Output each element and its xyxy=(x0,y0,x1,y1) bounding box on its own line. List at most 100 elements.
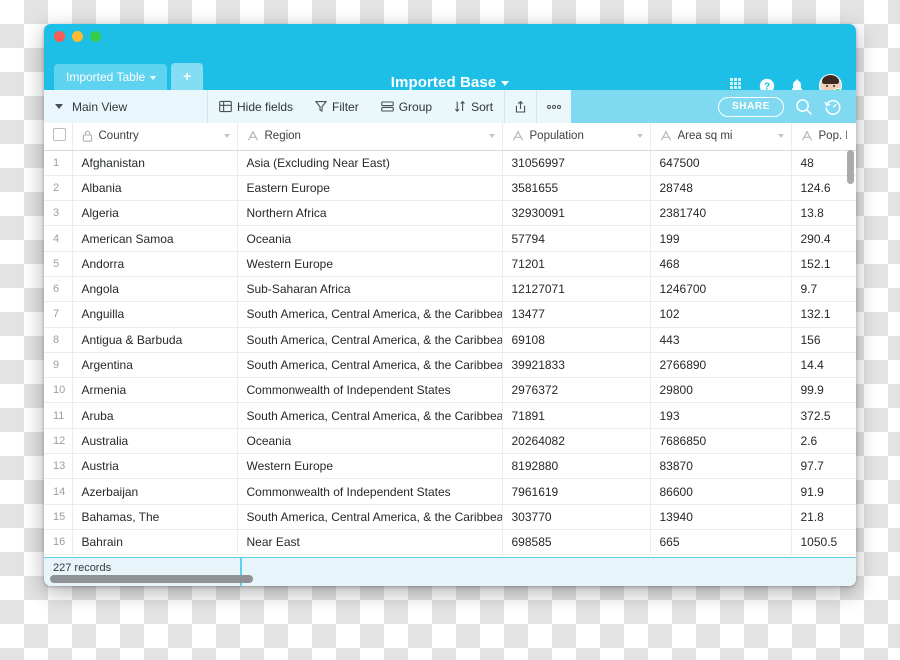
cell-area[interactable]: 193 xyxy=(650,403,791,428)
cell-country[interactable]: Argentina xyxy=(72,352,237,377)
cell-pop-density[interactable]: 152.1 xyxy=(791,251,856,276)
cell-area[interactable]: 443 xyxy=(650,327,791,352)
add-table-button[interactable]: + xyxy=(171,63,203,90)
cell-area[interactable]: 2381740 xyxy=(650,201,791,226)
table-row[interactable]: 2AlbaniaEastern Europe358165528748124.6 xyxy=(44,175,856,200)
close-window-button[interactable] xyxy=(54,31,65,42)
cell-population[interactable]: 3581655 xyxy=(502,175,650,200)
chevron-down-icon[interactable] xyxy=(224,134,230,138)
sort-button[interactable]: Sort xyxy=(443,90,504,123)
table-row[interactable]: 5AndorraWestern Europe71201468152.1 xyxy=(44,251,856,276)
cell-region[interactable]: Commonwealth of Independent States xyxy=(237,378,502,403)
cell-country[interactable]: Austria xyxy=(72,454,237,479)
filter-button[interactable]: Filter xyxy=(304,90,370,123)
table-row[interactable]: 16BahrainNear East6985856651050.5 xyxy=(44,529,856,554)
view-selector[interactable]: Main View xyxy=(44,90,208,123)
table-row[interactable]: 13AustriaWestern Europe81928808387097.7 xyxy=(44,454,856,479)
table-row[interactable]: 14AzerbaijanCommonwealth of Independent … xyxy=(44,479,856,504)
history-icon[interactable] xyxy=(824,98,842,116)
cell-pop-density[interactable]: 156 xyxy=(791,327,856,352)
cell-area[interactable]: 199 xyxy=(650,226,791,251)
more-options-button[interactable] xyxy=(536,90,571,123)
column-header-country[interactable]: Country xyxy=(72,123,237,150)
table-row[interactable]: 15Bahamas, TheSouth America, Central Ame… xyxy=(44,504,856,529)
chevron-down-icon[interactable] xyxy=(637,134,643,138)
select-all-checkbox[interactable] xyxy=(53,128,66,141)
cell-region[interactable]: South America, Central America, & the Ca… xyxy=(237,302,502,327)
cell-area[interactable]: 468 xyxy=(650,251,791,276)
cell-region[interactable]: Commonwealth of Independent States xyxy=(237,479,502,504)
column-header-pop-density[interactable]: Pop. De xyxy=(791,123,856,150)
cell-pop-density[interactable]: 290.4 xyxy=(791,226,856,251)
cell-population[interactable]: 7961619 xyxy=(502,479,650,504)
export-button[interactable] xyxy=(504,90,536,123)
table-row[interactable]: 4American SamoaOceania57794199290.4 xyxy=(44,226,856,251)
cell-region[interactable]: Asia (Excluding Near East) xyxy=(237,150,502,175)
cell-region[interactable]: Oceania xyxy=(237,428,502,453)
cell-country[interactable]: Azerbaijan xyxy=(72,479,237,504)
cell-region[interactable]: Oceania xyxy=(237,226,502,251)
minimize-window-button[interactable] xyxy=(72,31,83,42)
cell-pop-density[interactable]: 1050.5 xyxy=(791,529,856,554)
cell-country[interactable]: Anguilla xyxy=(72,302,237,327)
table-row[interactable]: 9ArgentinaSouth America, Central America… xyxy=(44,352,856,377)
cell-pop-density[interactable]: 97.7 xyxy=(791,454,856,479)
cell-pop-density[interactable]: 14.4 xyxy=(791,352,856,377)
cell-country[interactable]: Bahamas, The xyxy=(72,504,237,529)
cell-region[interactable]: South America, Central America, & the Ca… xyxy=(237,352,502,377)
chevron-down-icon[interactable] xyxy=(778,134,784,138)
table-row[interactable]: 1AfghanistanAsia (Excluding Near East)31… xyxy=(44,150,856,175)
cell-population[interactable]: 13477 xyxy=(502,302,650,327)
cell-region[interactable]: Eastern Europe xyxy=(237,175,502,200)
cell-population[interactable]: 71891 xyxy=(502,403,650,428)
cell-country[interactable]: Andorra xyxy=(72,251,237,276)
column-header-region[interactable]: Region xyxy=(237,123,502,150)
cell-area[interactable]: 647500 xyxy=(650,150,791,175)
cell-pop-density[interactable]: 99.9 xyxy=(791,378,856,403)
cell-area[interactable]: 2766890 xyxy=(650,352,791,377)
cell-country[interactable]: Albania xyxy=(72,175,237,200)
table-row[interactable]: 8Antigua & BarbudaSouth America, Central… xyxy=(44,327,856,352)
cell-population[interactable]: 32930091 xyxy=(502,201,650,226)
table-tab-imported-table[interactable]: Imported Table xyxy=(54,64,167,90)
cell-region[interactable]: Western Europe xyxy=(237,454,502,479)
cell-population[interactable]: 20264082 xyxy=(502,428,650,453)
cell-population[interactable]: 69108 xyxy=(502,327,650,352)
share-button[interactable]: SHARE xyxy=(718,97,784,117)
table-row[interactable]: 7AnguillaSouth America, Central America,… xyxy=(44,302,856,327)
cell-country[interactable]: Australia xyxy=(72,428,237,453)
cell-area[interactable]: 665 xyxy=(650,529,791,554)
table-row[interactable]: 12AustraliaOceania2026408276868502.6 xyxy=(44,428,856,453)
cell-region[interactable]: Northern Africa xyxy=(237,201,502,226)
vertical-scrollbar[interactable] xyxy=(847,150,854,184)
cell-region[interactable]: South America, Central America, & the Ca… xyxy=(237,327,502,352)
chevron-down-icon[interactable] xyxy=(489,134,495,138)
cell-country[interactable]: Afghanistan xyxy=(72,150,237,175)
cell-region[interactable]: Near East xyxy=(237,529,502,554)
cell-country[interactable]: Algeria xyxy=(72,201,237,226)
cell-area[interactable]: 86600 xyxy=(650,479,791,504)
table-row[interactable]: 11ArubaSouth America, Central America, &… xyxy=(44,403,856,428)
cell-population[interactable]: 2976372 xyxy=(502,378,650,403)
table-row[interactable]: 10ArmeniaCommonwealth of Independent Sta… xyxy=(44,378,856,403)
cell-area[interactable]: 83870 xyxy=(650,454,791,479)
cell-area[interactable]: 7686850 xyxy=(650,428,791,453)
cell-region[interactable]: Western Europe xyxy=(237,251,502,276)
cell-pop-density[interactable]: 9.7 xyxy=(791,276,856,301)
cell-population[interactable]: 31056997 xyxy=(502,150,650,175)
cell-pop-density[interactable]: 13.8 xyxy=(791,201,856,226)
cell-population[interactable]: 8192880 xyxy=(502,454,650,479)
search-icon[interactable] xyxy=(795,98,813,116)
cell-population[interactable]: 698585 xyxy=(502,529,650,554)
cell-country[interactable]: Aruba xyxy=(72,403,237,428)
cell-population[interactable]: 71201 xyxy=(502,251,650,276)
cell-region[interactable]: South America, Central America, & the Ca… xyxy=(237,403,502,428)
cell-population[interactable]: 303770 xyxy=(502,504,650,529)
cell-pop-density[interactable]: 21.8 xyxy=(791,504,856,529)
cell-area[interactable]: 1246700 xyxy=(650,276,791,301)
cell-region[interactable]: Sub-Saharan Africa xyxy=(237,276,502,301)
column-header-population[interactable]: Population xyxy=(502,123,650,150)
cell-country[interactable]: Angola xyxy=(72,276,237,301)
cell-population[interactable]: 39921833 xyxy=(502,352,650,377)
cell-country[interactable]: Bahrain xyxy=(72,529,237,554)
